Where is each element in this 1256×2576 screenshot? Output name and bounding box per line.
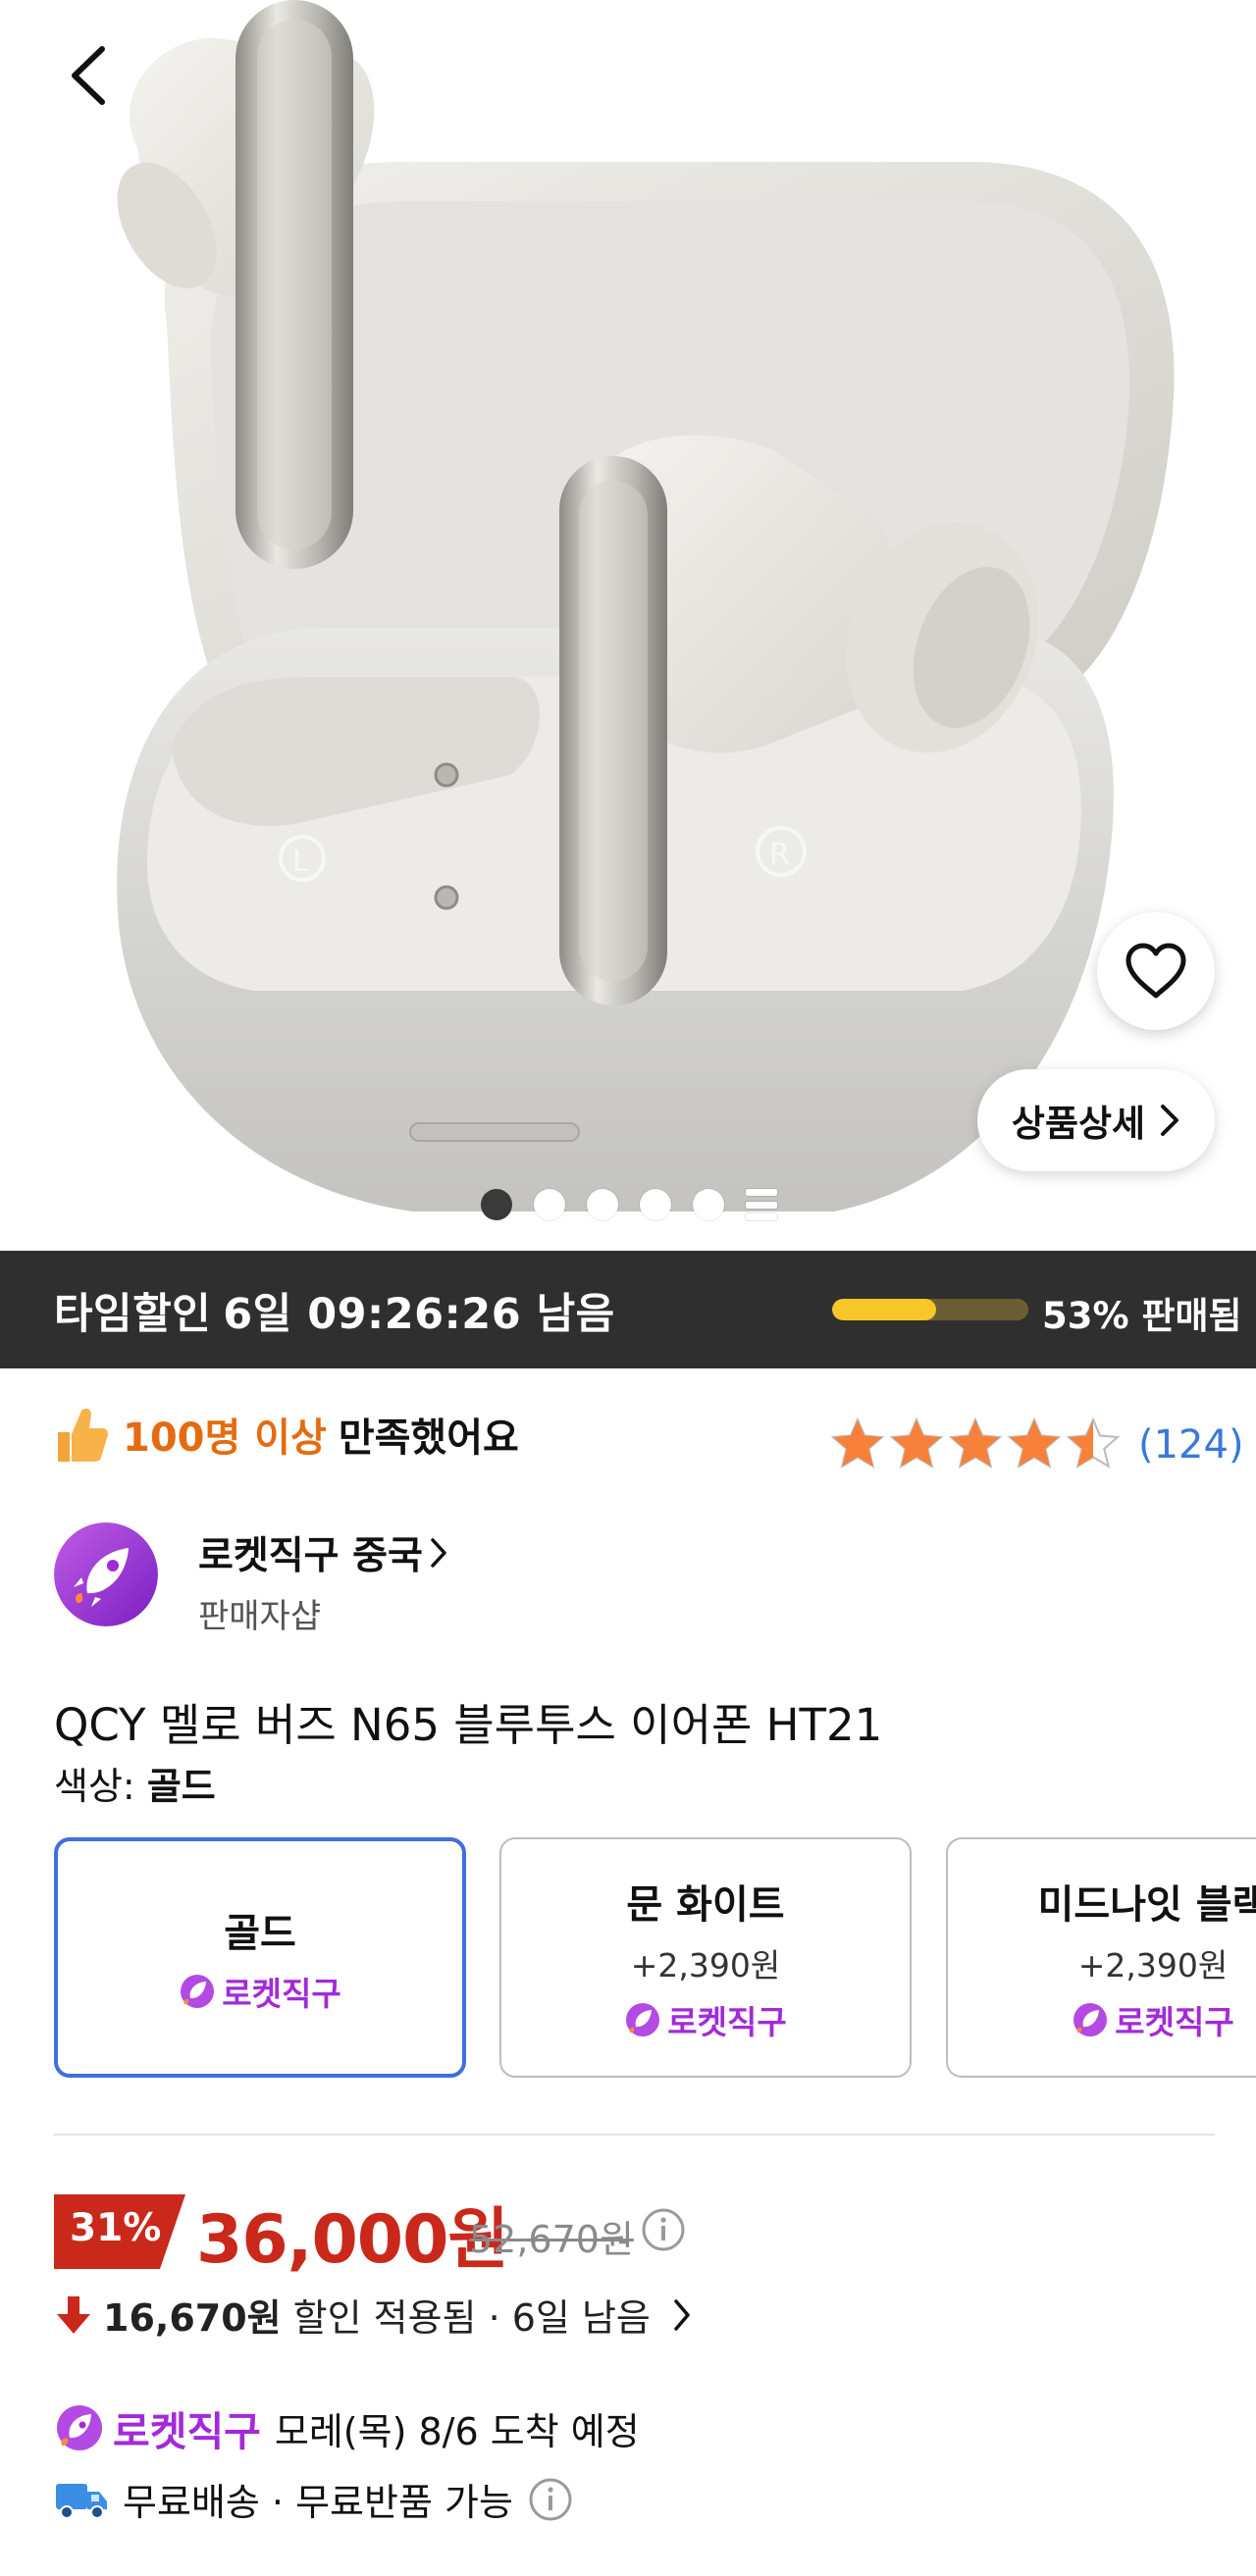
product-detail-label: 상품상세 <box>1011 1103 1146 1145</box>
rocket-badge: 로켓직구 <box>624 1996 787 2043</box>
shipping-row: 무료배송 · 무료반품 가능 <box>54 2472 574 2526</box>
saving-text: 할인 적용됨 · 6일 남음 <box>292 2296 651 2340</box>
product-title: QCY 멜로 버즈 N65 블루투스 이어폰 HT21 <box>54 1699 883 1751</box>
gallery-pagination <box>481 1189 777 1220</box>
rocket-badge-label: 로켓직구 <box>1115 2002 1234 2041</box>
gallery-dot[interactable] <box>587 1189 618 1220</box>
option-price: +2,390원 <box>1077 1945 1229 1984</box>
option-name: 문 화이트 <box>626 1881 785 1928</box>
discount-tag: 31% <box>54 2194 185 2269</box>
review-count[interactable]: (124) <box>1138 1422 1244 1468</box>
gallery-dot[interactable] <box>693 1189 724 1220</box>
time-sale-remaining: 6일 09:26:26 남음 <box>223 1290 615 1339</box>
chevron-right-icon <box>672 2298 692 2332</box>
sold-progress-bar <box>832 1299 1028 1320</box>
svg-text:R: R <box>769 838 790 872</box>
earbuds-product-image: L R <box>117 0 1175 1211</box>
color-label: 색상: <box>54 1765 135 1808</box>
option-card-gold[interactable]: 골드 로켓직구 <box>54 1837 466 2078</box>
chevron-right-icon <box>1159 1104 1180 1137</box>
sale-price: 36,000원 <box>196 2201 509 2279</box>
rocket-icon <box>181 1974 215 2008</box>
gallery-dot[interactable] <box>481 1189 512 1220</box>
option-card-midnight-black[interactable]: 미드나잇 블랙 +2,390원 로켓직구 <box>946 1837 1256 2078</box>
section-divider <box>54 2134 1215 2136</box>
rocket-badge: 로켓직구 <box>179 1968 341 2015</box>
rocket-badge-label: 로켓직구 <box>222 1974 341 2013</box>
wishlist-button[interactable] <box>1097 912 1215 1030</box>
rocket-badge: 로켓직구 <box>1072 1996 1234 2043</box>
star-icon <box>1007 1417 1062 1468</box>
chevron-left-icon <box>72 46 105 105</box>
gallery-more-icon[interactable] <box>746 1189 777 1220</box>
original-price: 52,670원 <box>469 2218 634 2261</box>
seller-name-link[interactable]: 로켓직구 중국 <box>198 1525 448 1580</box>
time-sale-label: 타임할인 <box>54 1290 212 1339</box>
rocket-icon <box>1073 2002 1108 2036</box>
rocket-direct-label: 로켓직구 <box>113 2408 261 2455</box>
time-sale-text: 타임할인 6일 09:26:26 남음 <box>54 1280 627 1341</box>
discount-applied-row[interactable]: 16,670원 할인 적용됨 · 6일 남음 <box>54 2288 692 2342</box>
sold-progress-fill <box>832 1299 936 1320</box>
option-name: 골드 <box>224 1910 296 1956</box>
option-name: 미드나잇 블랙 <box>1037 1881 1256 1928</box>
sold-percent-label: 53% 판매됨 <box>1042 1295 1242 1337</box>
shipping-text: 무료배송 · 무료반품 가능 <box>123 2481 513 2524</box>
thumbs-up-icon <box>58 1408 108 1462</box>
svg-text:L: L <box>292 845 309 879</box>
color-value: 골드 <box>146 1765 216 1808</box>
price-info-icon[interactable] <box>640 2206 687 2253</box>
product-detail-button[interactable]: 상품상세 <box>977 1069 1215 1171</box>
star-icon <box>889 1417 944 1468</box>
rating-stars[interactable] <box>830 1417 1121 1469</box>
seller-name: 로켓직구 중국 <box>198 1534 423 1578</box>
seller-logo[interactable] <box>54 1522 158 1626</box>
rocket-icon <box>626 2002 660 2036</box>
rocket-icon <box>57 2405 102 2450</box>
time-sale-bar: 타임할인 6일 09:26:26 남음 53% 판매됨 <box>0 1251 1256 1368</box>
option-price: +2,390원 <box>630 1945 781 1984</box>
saving-amount: 16,670원 <box>103 2296 282 2340</box>
delivery-eta: 모레(목) 8/6 도착 예정 <box>274 2409 640 2453</box>
satisfaction-count: 100명 이상 <box>123 1416 327 1461</box>
arrow-down-icon <box>57 2295 90 2334</box>
satisfaction-summary: 100명 이상 만족했어요 <box>54 1405 519 1464</box>
selected-color: 색상: 골드 <box>54 1756 216 1810</box>
shipping-info-icon[interactable] <box>527 2476 574 2523</box>
satisfaction-text: 만족했어요 <box>338 1416 519 1461</box>
seller-subtitle: 판매자샵 <box>198 1597 322 1636</box>
delivery-truck-icon <box>56 2483 107 2519</box>
gallery-dot[interactable] <box>640 1189 671 1220</box>
back-button[interactable] <box>57 41 126 110</box>
gallery-dot[interactable] <box>534 1189 565 1220</box>
star-icon <box>1066 1417 1121 1468</box>
star-icon <box>948 1417 1003 1468</box>
product-image-gallery[interactable]: L R 상품상세 <box>0 0 1256 1251</box>
chevron-right-icon <box>429 1537 448 1569</box>
discount-percent: 31% <box>70 2206 162 2250</box>
star-icon <box>830 1417 885 1468</box>
rocket-badge-label: 로켓직구 <box>667 2002 787 2041</box>
delivery-eta-row: 로켓직구 모레(목) 8/6 도착 예정 <box>54 2398 640 2457</box>
heart-icon <box>1125 943 1186 999</box>
option-card-moon-white[interactable]: 문 화이트 +2,390원 로켓직구 <box>499 1837 912 2078</box>
